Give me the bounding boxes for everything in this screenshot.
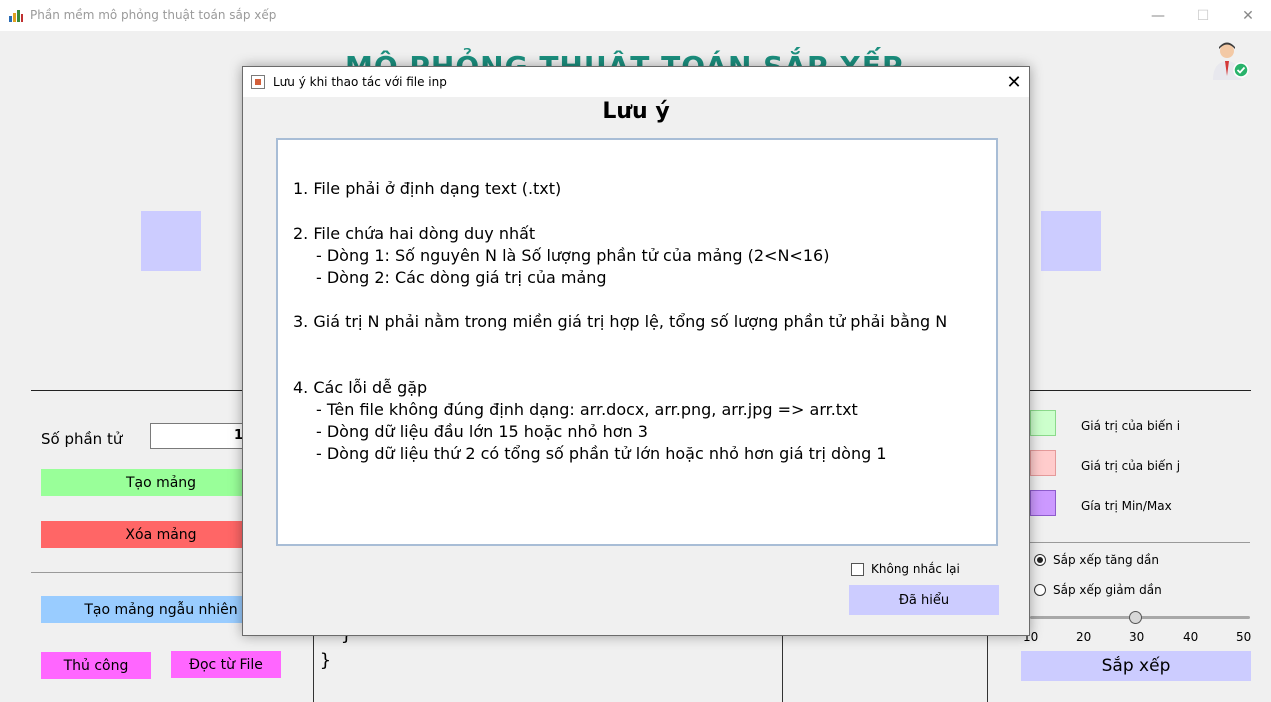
close-icon: ✕ — [1006, 71, 1022, 93]
code-panel-border — [313, 636, 314, 702]
bar-chart-icon — [9, 10, 23, 22]
notice-dialog: Lưu ý khi thao tác với file inp ✕ Lưu ý … — [242, 66, 1030, 636]
note-line: 1. File phải ở định dạng text (.txt) — [293, 179, 562, 198]
maximize-icon: ☐ — [1196, 7, 1210, 24]
legend-swatch-minmax — [1030, 490, 1056, 516]
close-icon: ✕ — [1242, 7, 1254, 24]
minimize-icon: — — [1151, 7, 1165, 24]
dialog-title-bar: Lưu ý khi thao tác với file inp ✕ — [243, 67, 1029, 97]
element-count-input[interactable]: 1 — [150, 423, 250, 449]
descending-label: Sắp xếp giảm dần — [1053, 583, 1162, 597]
note-line: - Dòng dữ liệu thứ 2 có tổng số phần tử … — [316, 444, 887, 463]
note-line: - Dòng 1: Số nguyên N là Số lượng phần t… — [316, 246, 830, 265]
ascending-label: Sắp xếp tăng dần — [1053, 553, 1159, 567]
descending-radio[interactable] — [1034, 584, 1046, 596]
dialog-title: Lưu ý khi thao tác với file inp — [273, 75, 447, 89]
sort-button[interactable]: Sắp xếp — [1021, 651, 1251, 681]
user-avatar-icon — [1213, 42, 1249, 80]
read-file-button[interactable]: Đọc từ File — [171, 651, 281, 678]
code-line: } — [320, 650, 331, 671]
note-line: - Tên file không đúng định dạng: arr.doc… — [316, 400, 858, 419]
legend-label-j: Giá trị của biến j — [1081, 459, 1181, 473]
panel-divider — [782, 636, 783, 702]
maximize-button[interactable]: ☐ — [1180, 0, 1226, 31]
dialog-heading: Lưu ý — [602, 99, 670, 124]
array-element-box — [141, 211, 201, 271]
element-count-label: Số phần tử — [41, 430, 123, 448]
window-title: Phần mềm mô phỏng thuật toán sắp xếp — [30, 8, 277, 22]
slider-tick-label: 40 — [1183, 630, 1199, 644]
ascending-radio[interactable] — [1034, 554, 1046, 566]
note-line: 2. File chứa hai dòng duy nhất — [293, 224, 536, 243]
slider-tick-label: 30 — [1129, 630, 1145, 644]
window-title-bar: Phần mềm mô phỏng thuật toán sắp xếp — ☐… — [0, 0, 1271, 31]
array-element-box — [1041, 211, 1101, 271]
manual-input-button[interactable]: Thủ công — [41, 652, 151, 679]
note-line: - Dòng dữ liệu đầu lớn 15 hoặc nhỏ hơn 3 — [316, 422, 648, 441]
dialog-close-button[interactable]: ✕ — [1003, 71, 1025, 93]
note-line: 3. Giá trị N phải nằm trong miền giá trị… — [293, 312, 948, 331]
note-line: 4. Các lỗi dễ gặp — [293, 378, 428, 397]
divider — [1030, 542, 1250, 543]
legend-swatch-j — [1030, 450, 1056, 476]
legend-label-minmax: Gía trị Min/Max — [1081, 499, 1172, 513]
speed-slider-thumb[interactable] — [1129, 611, 1142, 624]
minimize-button[interactable]: — — [1135, 0, 1181, 31]
understood-button[interactable]: Đã hiểu — [849, 585, 999, 615]
window-close-button[interactable]: ✕ — [1225, 0, 1271, 31]
dont-remind-checkbox[interactable] — [851, 563, 864, 576]
legend-swatch-i — [1030, 410, 1056, 436]
slider-tick-label: 50 — [1236, 630, 1252, 644]
legend-label-i: Giá trị của biến i — [1081, 419, 1181, 433]
panel-divider — [987, 636, 988, 702]
note-line: - Dòng 2: Các dòng giá trị của mảng — [316, 268, 607, 287]
notes-text-area[interactable]: 1. File phải ở định dạng text (.txt) 2. … — [276, 138, 998, 546]
slider-tick-label: 20 — [1076, 630, 1092, 644]
dont-remind-label: Không nhắc lại — [871, 562, 960, 576]
java-app-icon — [251, 75, 265, 89]
